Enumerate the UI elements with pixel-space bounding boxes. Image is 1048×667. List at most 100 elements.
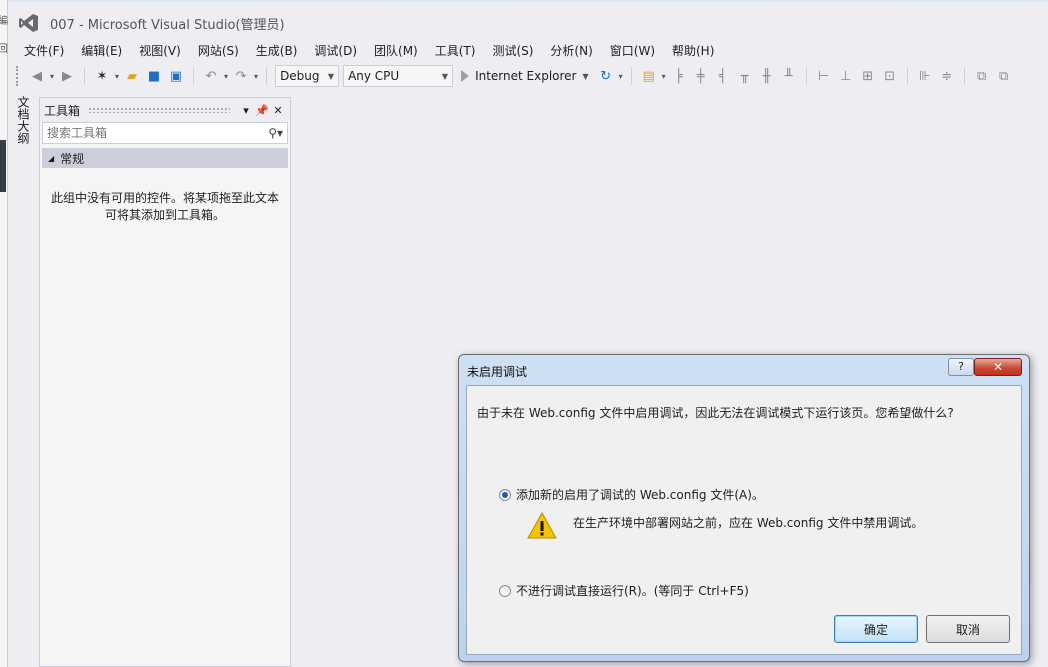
strip-glyph-1: 編 bbox=[0, 16, 8, 27]
platform-value: Any CPU bbox=[348, 69, 400, 83]
radio-checked-icon[interactable] bbox=[499, 488, 511, 501]
chevron-down-icon: ▼ bbox=[582, 71, 589, 81]
window-position-dropdown-icon[interactable]: ▾ bbox=[238, 102, 254, 118]
search-icon[interactable]: ⚲▾ bbox=[268, 126, 283, 140]
bring-to-front-icon[interactable]: ⧉ bbox=[973, 67, 991, 85]
align-left-icon[interactable]: ╞ bbox=[670, 67, 688, 85]
close-icon[interactable]: ✕ bbox=[270, 102, 286, 118]
toolbar-separator bbox=[805, 67, 807, 85]
title-top-edge bbox=[8, 0, 1048, 3]
toolbar-grip[interactable] bbox=[16, 66, 20, 86]
standard-toolbar: ◀ ▾ ▶ ✶ ▾ ▰ ■ ▣ ↶ ▾ ↷ ▾ Debug ▼ Any CPU … bbox=[8, 62, 1048, 90]
toolbar-separator bbox=[906, 67, 908, 85]
align-middle-icon[interactable]: ╫ bbox=[758, 67, 776, 85]
menu-view[interactable]: 视图(V) bbox=[131, 42, 190, 59]
title-bar: 007 - Microsoft Visual Studio(管理员) bbox=[8, 0, 1048, 40]
toolbar-separator bbox=[193, 67, 195, 85]
forward-icon[interactable]: ▶ bbox=[58, 67, 76, 85]
play-icon bbox=[461, 70, 470, 82]
chevron-down-icon: ▼ bbox=[441, 71, 449, 81]
radio-unchecked-icon[interactable] bbox=[499, 584, 511, 597]
option-add-webconfig[interactable]: 添加新的启用了调试的 Web.config 文件(A)。 bbox=[499, 486, 764, 503]
save-all-icon[interactable]: ▣ bbox=[167, 67, 185, 85]
toolbox-search-input[interactable] bbox=[47, 126, 247, 140]
refresh-dropdown-icon[interactable]: ▾ bbox=[619, 72, 623, 81]
solution-configuration-combo[interactable]: Debug ▼ bbox=[275, 65, 340, 87]
send-to-back-icon[interactable]: ⧉ bbox=[995, 67, 1013, 85]
toolbox-title: 工具箱 bbox=[44, 103, 81, 118]
group-label: 常规 bbox=[60, 151, 85, 166]
debugging-not-enabled-dialog: 未启用调试 ? ✕ 由于未在 Web.config 文件中启用调试，因此无法在调… bbox=[458, 354, 1030, 662]
make-same-size-icon[interactable]: ⊞ bbox=[859, 67, 877, 85]
align-top-icon[interactable]: ╥ bbox=[736, 67, 754, 85]
dialog-body: 由于未在 Web.config 文件中启用调试，因此无法在调试模式下运行该页。您… bbox=[466, 385, 1022, 655]
make-same-width-icon[interactable]: ⊢ bbox=[815, 67, 833, 85]
open-file-icon[interactable]: ▰ bbox=[123, 67, 141, 85]
background-window-strip: 編 回 bbox=[0, 0, 8, 667]
dialog-title: 未启用调试 bbox=[467, 365, 528, 379]
strip-dark-block bbox=[0, 140, 6, 192]
strip-glyph-2: 回 bbox=[0, 44, 8, 55]
toolbar-separator bbox=[266, 67, 268, 85]
help-button[interactable]: ? bbox=[948, 358, 974, 376]
align-right-icon[interactable]: ╡ bbox=[714, 67, 732, 85]
visual-studio-logo-icon bbox=[19, 14, 38, 32]
option-run-without-debugging-label: 不进行调试直接运行(R)。(等同于 Ctrl+F5) bbox=[516, 584, 749, 598]
align-center-icon[interactable]: ╪ bbox=[692, 67, 710, 85]
vertical-spacing-icon[interactable]: ≑ bbox=[938, 67, 956, 85]
toolbox-header[interactable]: 工具箱 ▾ 📌 ✕ bbox=[40, 98, 290, 122]
menu-debug[interactable]: 调试(D) bbox=[306, 42, 366, 59]
option-add-webconfig-label: 添加新的启用了调试的 Web.config 文件(A)。 bbox=[516, 488, 764, 502]
refresh-icon[interactable]: ↻ bbox=[597, 67, 615, 85]
close-button[interactable]: ✕ bbox=[974, 358, 1022, 376]
save-icon[interactable]: ■ bbox=[145, 67, 163, 85]
ok-button[interactable]: 确定 bbox=[834, 615, 918, 643]
menu-test[interactable]: 测试(S) bbox=[484, 42, 542, 59]
menu-file[interactable]: 文件(F) bbox=[16, 42, 73, 59]
size-to-grid-icon[interactable]: ⊡ bbox=[881, 67, 899, 85]
back-dropdown-icon[interactable]: ▾ bbox=[50, 72, 54, 81]
toolbar-separator bbox=[963, 67, 965, 85]
toolbar-overflow-icon[interactable]: ▾ bbox=[662, 72, 666, 81]
new-project-icon[interactable]: ✶ bbox=[93, 67, 111, 85]
toolbar-separator bbox=[84, 67, 86, 85]
undo-icon[interactable]: ↶ bbox=[202, 67, 220, 85]
solution-platform-combo[interactable]: Any CPU ▼ bbox=[343, 65, 454, 87]
new-project-dropdown-icon[interactable]: ▾ bbox=[115, 72, 119, 81]
toolbox-group-general[interactable]: ◢ 常规 bbox=[42, 148, 288, 168]
start-debugging-button[interactable]: Internet Explorer ▼ bbox=[457, 69, 593, 83]
cancel-button[interactable]: 取消 bbox=[926, 615, 1010, 643]
toolbox-search-box[interactable]: ⚲▾ bbox=[42, 122, 288, 144]
redo-icon[interactable]: ↷ bbox=[232, 67, 250, 85]
menu-window[interactable]: 窗口(W) bbox=[602, 42, 664, 59]
pin-icon[interactable]: 📌 bbox=[254, 102, 270, 118]
undo-dropdown-icon[interactable]: ▾ bbox=[224, 72, 228, 81]
back-icon[interactable]: ◀ bbox=[28, 67, 46, 85]
menu-build[interactable]: 生成(B) bbox=[248, 42, 307, 59]
horizontal-spacing-icon[interactable]: ⊪ bbox=[916, 67, 934, 85]
configuration-value: Debug bbox=[280, 69, 320, 83]
menu-team[interactable]: 团队(M) bbox=[366, 42, 427, 59]
chevron-down-icon: ▼ bbox=[327, 71, 335, 81]
align-bottom-icon[interactable]: ╨ bbox=[780, 67, 798, 85]
make-same-height-icon[interactable]: ⊥ bbox=[837, 67, 855, 85]
menu-website[interactable]: 网站(S) bbox=[190, 42, 248, 59]
toolbox-drag-handle[interactable] bbox=[88, 107, 230, 113]
window-title: 007 - Microsoft Visual Studio(管理员) bbox=[50, 18, 285, 33]
menu-tools[interactable]: 工具(T) bbox=[427, 42, 485, 59]
menu-analyze[interactable]: 分析(N) bbox=[542, 42, 601, 59]
redo-dropdown-icon[interactable]: ▾ bbox=[254, 72, 258, 81]
menu-edit[interactable]: 编辑(E) bbox=[73, 42, 131, 59]
dialog-message: 由于未在 Web.config 文件中启用调试，因此无法在调试模式下运行该页。您… bbox=[477, 406, 954, 420]
collapse-triangle-icon[interactable]: ◢ bbox=[48, 154, 54, 163]
empty-message-line-2: 可将其添加到工具箱。 bbox=[104, 208, 225, 222]
browser-label: Internet Explorer bbox=[475, 69, 577, 83]
warning-icon bbox=[527, 512, 557, 539]
find-in-files-icon[interactable]: ▤ bbox=[640, 67, 658, 85]
empty-message-line-1: 此组中没有可用的控件。将某项拖至此文本 bbox=[50, 191, 279, 205]
document-outline-tab[interactable]: 文档大纲 bbox=[14, 96, 32, 156]
menu-help[interactable]: 帮助(H) bbox=[664, 42, 723, 59]
option-run-without-debugging[interactable]: 不进行调试直接运行(R)。(等同于 Ctrl+F5) bbox=[499, 582, 749, 599]
toolbox-empty-message: 此组中没有可用的控件。将某项拖至此文本 可将其添加到工具箱。 bbox=[40, 190, 290, 224]
menu-bar: 文件(F) 编辑(E) 视图(V) 网站(S) 生成(B) 调试(D) 团队(M… bbox=[8, 40, 1048, 60]
